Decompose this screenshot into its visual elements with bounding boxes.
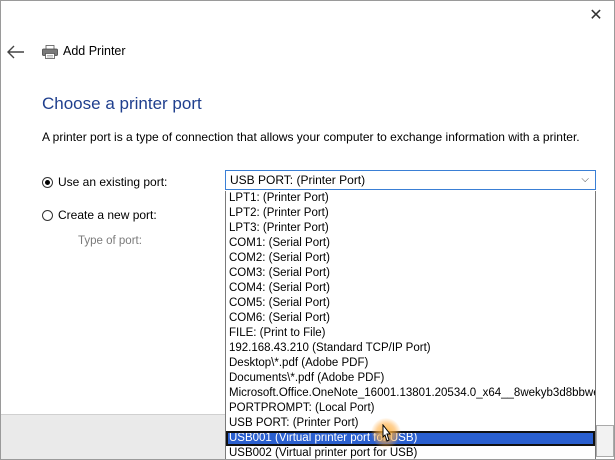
port-option[interactable]: Documents\*.pdf (Adobe PDF) [226,371,595,386]
port-option[interactable]: LPT2: (Printer Port) [226,206,595,221]
port-option[interactable]: COM4: (Serial Port) [226,281,595,296]
chevron-down-icon[interactable]: ⌵ [581,171,589,189]
port-option[interactable]: FILE: (Print to File) [226,326,595,341]
use-existing-port-label: Use an existing port: [58,175,168,189]
create-new-port-option[interactable]: Create a new port: [42,208,157,222]
back-button[interactable] [7,45,25,59]
port-option[interactable]: Desktop\*.pdf (Adobe PDF) [226,356,595,371]
port-option[interactable]: LPT1: (Printer Port) [226,191,595,206]
create-new-port-label: Create a new port: [58,208,157,222]
use-existing-port-option[interactable]: Use an existing port: [42,175,167,189]
existing-port-select[interactable]: USB PORT: (Printer Port) ⌵ [225,170,596,190]
footer-bar [1,414,225,459]
close-button[interactable]: ✕ [584,5,608,27]
port-option[interactable]: COM3: (Serial Port) [226,266,595,281]
window-title: Add Printer [63,44,126,58]
create-new-port-radio[interactable] [42,209,53,221]
port-option[interactable]: COM5: (Serial Port) [226,296,595,311]
port-option[interactable]: COM6: (Serial Port) [226,311,595,326]
page-description: A printer port is a type of connection t… [42,130,580,144]
page-title: Choose a printer port [42,94,202,113]
close-icon[interactable]: ✕ [589,7,602,24]
back-arrow-icon[interactable] [7,45,25,59]
add-printer-window: ✕ Add Printer Choose a printer port A pr… [0,0,615,460]
port-option[interactable]: USB001 (Virtual printer port for USB) [226,431,595,446]
port-option[interactable]: USB PORT: (Printer Port) [226,416,595,431]
port-option[interactable]: 192.168.43.210 (Standard TCP/IP Port) [226,341,595,356]
port-option[interactable]: PORTPROMPT: (Local Port) [226,401,595,416]
existing-port-select-value: USB PORT: (Printer Port) [230,173,366,187]
port-option[interactable]: COM1: (Serial Port) [226,236,595,251]
footer-button-edge[interactable] [596,425,614,457]
type-of-port-label: Type of port: [78,235,142,247]
port-option[interactable]: USB002 (Virtual printer port for USB) [226,446,595,459]
port-dropdown-list[interactable]: LPT1: (Printer Port) LPT2: (Printer Port)… [225,191,596,459]
port-option[interactable]: Microsoft.Office.OneNote_16001.13801.205… [226,386,595,401]
use-existing-port-radio[interactable] [42,176,53,188]
printer-icon [42,45,58,59]
port-option[interactable]: COM2: (Serial Port) [226,251,595,266]
port-option[interactable]: LPT3: (Printer Port) [226,221,595,236]
